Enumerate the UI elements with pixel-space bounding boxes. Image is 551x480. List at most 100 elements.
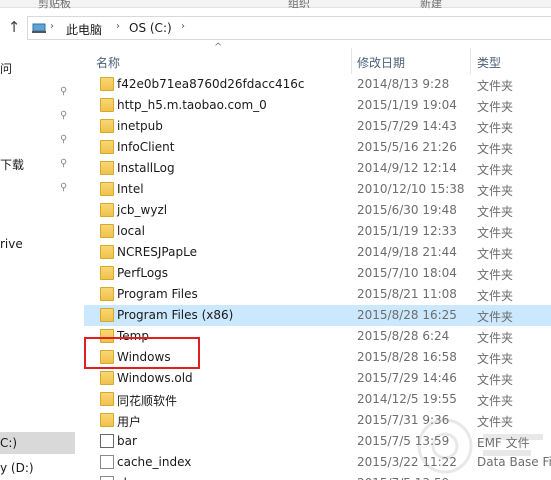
breadcrumb-os-c[interactable]: OS (C:) xyxy=(129,21,172,35)
pin-icon[interactable]: ⚲ xyxy=(60,158,70,170)
file-row[interactable]: jcb_wyzl 2015/6/30 19:48 文件夹 xyxy=(84,200,551,221)
file-row[interactable]: NCRESJPapLe 2014/9/18 21:44 文件夹 xyxy=(84,242,551,263)
file-type: 文件夹 xyxy=(477,184,514,198)
annotation-highlight-box xyxy=(84,337,200,369)
nav-item-onedrive[interactable]: rive xyxy=(0,237,23,251)
file-icon xyxy=(100,434,114,448)
folder-icon xyxy=(100,182,114,196)
file-name: local xyxy=(117,224,145,238)
file-name: InstallLog xyxy=(117,161,175,175)
nav-item-downloads[interactable]: 下载 xyxy=(0,156,24,173)
file-date: 2015/7/10 18:04 xyxy=(357,266,457,280)
breadcrumb-chevron-icon[interactable]: › xyxy=(50,21,54,32)
this-pc-icon xyxy=(32,23,46,33)
column-header-type[interactable]: 类型 xyxy=(477,54,501,71)
file-name: http_h5.m.taobao.com_0 xyxy=(117,98,267,112)
file-type: 文件夹 xyxy=(477,352,514,366)
watermark-logo xyxy=(417,418,543,474)
file-name: Windows.old xyxy=(117,371,193,385)
pin-icon[interactable]: ⚲ xyxy=(60,110,70,122)
folder-icon xyxy=(100,413,114,427)
file-name: NCRESJPapLe xyxy=(117,245,197,259)
file-row[interactable]: Program Files 2015/8/21 11:08 文件夹 xyxy=(84,284,551,305)
folder-icon xyxy=(100,266,114,280)
file-type: 文件夹 xyxy=(477,226,514,240)
file-date: 2014/9/12 12:14 xyxy=(357,161,457,175)
file-type: 文件夹 xyxy=(477,205,514,219)
file-name: PerfLogs xyxy=(117,266,169,280)
breadcrumb-chevron-icon[interactable]: › xyxy=(116,21,120,32)
folder-icon xyxy=(100,203,114,217)
file-row[interactable]: http_h5.m.taobao.com_0 2015/1/19 19:04 文件夹 xyxy=(84,95,551,116)
pin-icon[interactable]: ⚲ xyxy=(60,134,70,146)
file-type: 文件夹 xyxy=(477,163,514,177)
column-header-date[interactable]: 修改日期 xyxy=(357,54,405,71)
folder-icon xyxy=(100,161,114,175)
file-date: 2015/7/29 14:43 xyxy=(357,119,457,133)
folder-icon xyxy=(100,77,114,91)
file-row[interactable]: InstallLog 2014/9/12 12:14 文件夹 xyxy=(84,158,551,179)
file-type: 文件夹 xyxy=(477,247,514,261)
file-type: 文件夹 xyxy=(477,100,514,114)
folder-icon xyxy=(100,224,114,238)
file-row[interactable]: PerfLogs 2015/7/10 18:04 文件夹 xyxy=(84,263,551,284)
file-type: 文件夹 xyxy=(477,142,514,156)
file-type: 文件夹 xyxy=(477,373,514,387)
folder-icon xyxy=(100,371,114,385)
file-date: 2015/6/30 19:48 xyxy=(357,203,457,217)
address-bar[interactable]: › 此电脑 › OS (C:) › xyxy=(27,16,551,40)
file-date: 2015/7/29 14:46 xyxy=(357,371,457,385)
file-name: bar xyxy=(117,434,137,448)
file-type: 文件夹 xyxy=(477,289,514,303)
file-name: Program Files xyxy=(117,287,198,301)
up-arrow-icon[interactable]: ↑ xyxy=(6,18,22,36)
file-row[interactable]: 同花顺软件 2014/12/5 19:55 文件夹 xyxy=(84,389,551,410)
file-type: 文件夹 xyxy=(477,394,514,408)
nav-item-quick-access[interactable]: 问 xyxy=(0,60,12,77)
file-type: 文件夹 xyxy=(477,268,514,282)
file-icon xyxy=(100,455,114,469)
file-row[interactable]: f42e0b71ea8760d26fdacc416c 2014/8/13 9:28… xyxy=(84,74,551,95)
pin-icon[interactable]: ⚲ xyxy=(60,182,70,194)
file-date: 2015/8/28 6:24 xyxy=(357,329,450,343)
breadcrumb-this-pc[interactable]: 此电脑 xyxy=(66,21,102,38)
folder-icon xyxy=(100,308,114,322)
pin-icon[interactable]: ⚲ xyxy=(60,86,70,98)
nav-item-drive-c[interactable]: C:) xyxy=(0,436,17,450)
file-date: 2015/1/19 12:33 xyxy=(357,224,457,238)
address-bar-row: ↑ › 此电脑 › OS (C:) › xyxy=(0,10,551,44)
ribbon-strip: 剪贴板 组织 新建 xyxy=(0,0,551,10)
file-name: ckcore xyxy=(117,476,157,480)
file-date: 2015/8/21 11:08 xyxy=(357,287,457,301)
file-row[interactable]: InfoClient 2015/5/16 21:26 文件夹 xyxy=(84,137,551,158)
file-name: inetpub xyxy=(117,119,163,133)
file-icon xyxy=(100,476,114,480)
folder-icon xyxy=(100,287,114,301)
file-date: 2014/9/18 21:44 xyxy=(357,245,457,259)
file-date: 2015/1/19 19:04 xyxy=(357,98,457,112)
file-row[interactable]: Intel 2010/12/10 15:38 文件夹 xyxy=(84,179,551,200)
column-divider[interactable] xyxy=(351,48,352,74)
file-type: 文件夹 xyxy=(477,310,514,324)
column-header-name[interactable]: 名称 xyxy=(96,54,120,71)
column-divider[interactable] xyxy=(470,48,471,74)
nav-item-drive-d[interactable]: y (D:) xyxy=(0,461,34,475)
file-name: 同花顺软件 xyxy=(117,394,178,408)
file-type: 文件夹 xyxy=(477,79,514,93)
file-date: 2014/8/13 9:28 xyxy=(357,77,450,91)
file-row[interactable]: Windows.old 2015/7/29 14:46 文件夹 xyxy=(84,368,551,389)
file-row[interactable]: inetpub 2015/7/29 14:43 文件夹 xyxy=(84,116,551,137)
file-name: 用户 xyxy=(117,415,142,429)
file-date: 2015/8/28 16:58 xyxy=(357,350,457,364)
file-name: f42e0b71ea8760d26fdacc416c xyxy=(117,77,305,91)
file-row[interactable]: local 2015/1/19 12:33 文件夹 xyxy=(84,221,551,242)
file-date: 2015/5/16 21:26 xyxy=(357,140,457,154)
file-type: 文件夹 xyxy=(477,121,514,135)
file-name: Intel xyxy=(117,182,144,196)
file-name: InfoClient xyxy=(117,140,175,154)
file-date: 2010/12/10 15:38 xyxy=(357,182,465,196)
file-name: jcb_wyzl xyxy=(117,203,168,217)
file-row[interactable]: Program Files (x86) 2015/8/28 16:25 文件夹 xyxy=(84,305,551,326)
breadcrumb-chevron-icon[interactable]: › xyxy=(181,21,185,32)
file-name: cache_index xyxy=(117,455,192,469)
